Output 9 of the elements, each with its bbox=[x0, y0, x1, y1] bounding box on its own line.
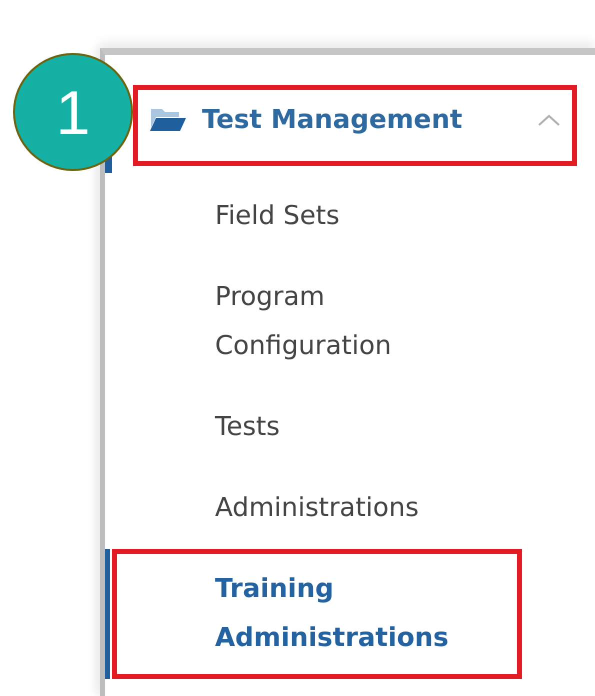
folder-icon bbox=[150, 108, 186, 132]
sidebar-item[interactable]: Program Configuration bbox=[112, 257, 522, 387]
sidebar-item[interactable]: Administrations bbox=[112, 468, 522, 549]
sidebar-item[interactable]: Field Sets bbox=[112, 176, 522, 257]
section-header[interactable]: Test Management bbox=[133, 85, 577, 166]
step-number-badge: 1 bbox=[13, 53, 133, 171]
sidebar-item[interactable]: Training Administrations bbox=[112, 549, 522, 679]
sidebar-item[interactable]: Tests bbox=[112, 387, 522, 468]
caret-icon bbox=[538, 114, 560, 126]
